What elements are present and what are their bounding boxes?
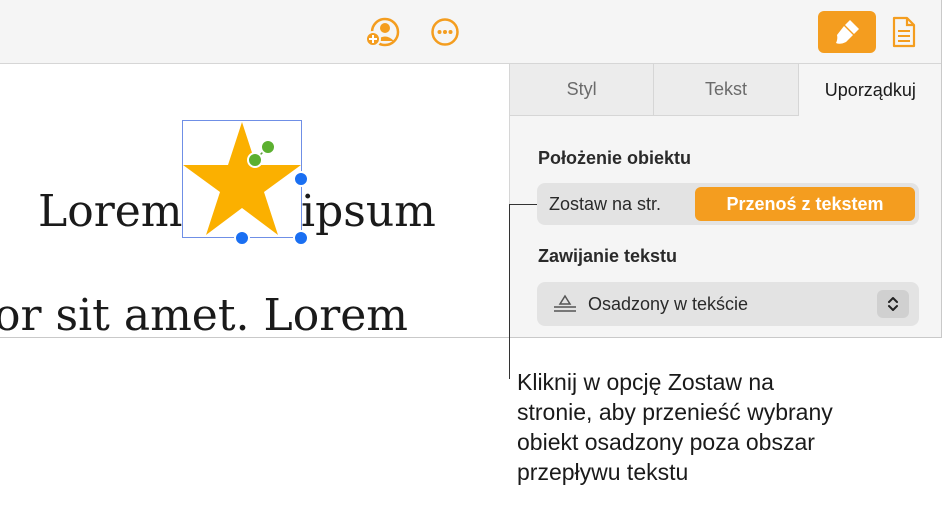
- selected-star-shape[interactable]: [182, 120, 309, 246]
- object-placement-control: Zostaw na str. Przenoś z tekstem: [537, 183, 919, 225]
- stay-on-page-option[interactable]: Zostaw na str.: [549, 194, 661, 215]
- callout-text: Kliknij w opcję Zostaw na stronie, aby p…: [517, 369, 833, 485]
- callout-leader-horizontal: [509, 204, 537, 205]
- resize-handle-right[interactable]: [293, 171, 309, 187]
- tab-tekst[interactable]: Tekst: [654, 64, 799, 116]
- tab-uporzadkuj[interactable]: Uporządkuj: [798, 64, 941, 116]
- text-wrap-title: Zawijanie tekstu: [538, 246, 678, 266]
- object-placement-title: Położenie obiektu: [538, 148, 692, 168]
- tab-styl[interactable]: Styl: [510, 64, 655, 116]
- control-handle-outer[interactable]: [260, 139, 276, 155]
- document-icon[interactable]: [886, 13, 922, 51]
- toolbar: [0, 0, 941, 64]
- format-sidebar: Styl Tekst Uporządkuj Położenie obiektu …: [509, 64, 941, 337]
- text-wrap-dropdown[interactable]: Osadzony w tekście: [537, 282, 919, 326]
- collaborate-icon[interactable]: [363, 15, 401, 49]
- control-handle-inner[interactable]: [247, 152, 263, 168]
- inline-wrap-icon: [553, 294, 577, 319]
- chevron-updown-icon[interactable]: [877, 290, 909, 318]
- text-word-lorem[interactable]: Lorem: [38, 190, 183, 234]
- format-brush-button[interactable]: [818, 11, 876, 53]
- move-with-text-option[interactable]: Przenoś z tekstem: [695, 187, 915, 221]
- more-icon[interactable]: [428, 15, 462, 49]
- text-line-2[interactable]: or sit amet. Lorem: [0, 294, 408, 338]
- app-window: Lorem ipsum or sit amet. Lorem Styl Teks…: [0, 0, 942, 338]
- resize-handle-corner[interactable]: [293, 230, 309, 246]
- sidebar-tabs: Styl Tekst Uporządkuj: [510, 64, 941, 116]
- format-brush-icon: [836, 20, 859, 44]
- text-word-ipsum[interactable]: ipsum: [301, 190, 436, 234]
- text-wrap-value: Osadzony w tekście: [588, 294, 749, 314]
- callout-leader-vertical: [509, 204, 510, 379]
- document-canvas[interactable]: Lorem ipsum or sit amet. Lorem: [0, 64, 509, 338]
- resize-handle-bottom[interactable]: [234, 230, 250, 246]
